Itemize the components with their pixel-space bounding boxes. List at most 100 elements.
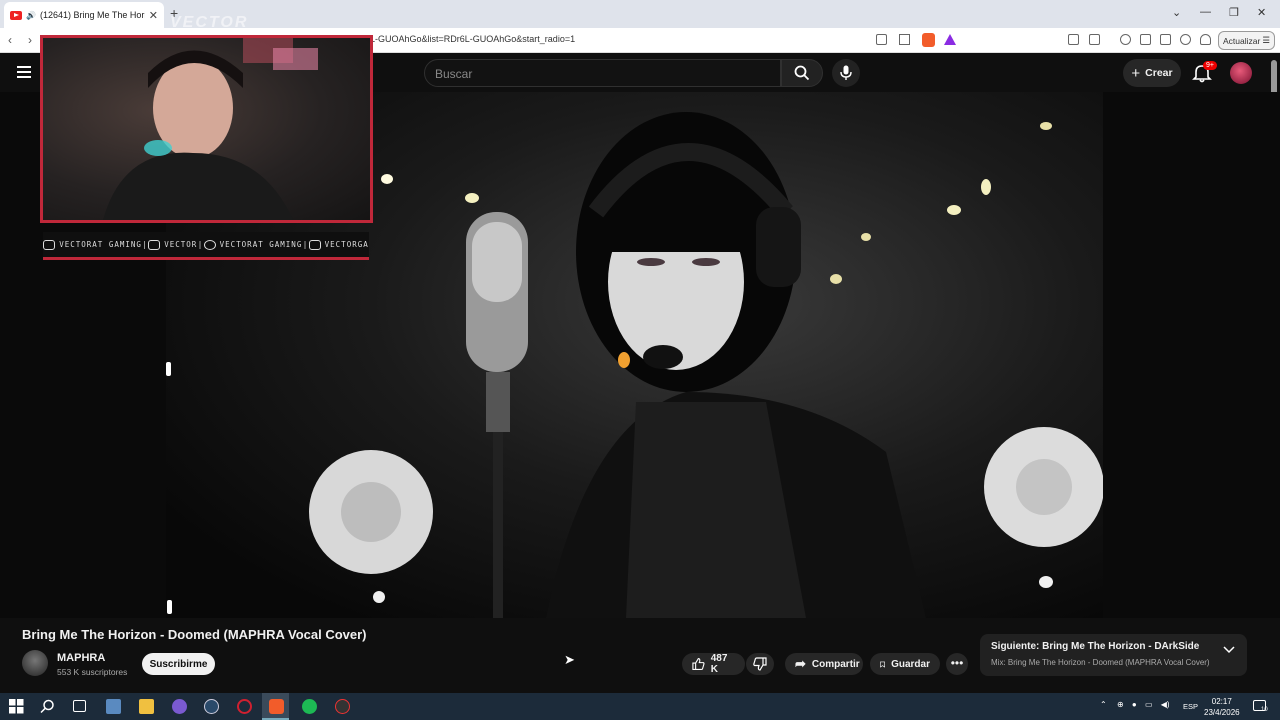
channel-avatar[interactable] xyxy=(22,650,48,676)
account-avatar[interactable] xyxy=(1230,62,1252,84)
up-next-panel[interactable]: Siguiente: Bring Me The Horizon - DArkSi… xyxy=(980,634,1247,676)
social-twitter: VECTORAT GAMING xyxy=(203,239,303,250)
file-explorer-icon[interactable] xyxy=(139,699,154,714)
language-indicator[interactable]: ESP xyxy=(1183,702,1198,711)
maximize-button[interactable]: ❐ xyxy=(1229,6,1239,19)
light-speck xyxy=(167,600,172,614)
youtube-favicon-icon xyxy=(10,10,22,20)
opera-icon[interactable] xyxy=(237,699,252,714)
brave-rewards-icon[interactable] xyxy=(944,34,956,45)
share-button[interactable]: ➦ Compartir xyxy=(785,653,863,675)
light-speck xyxy=(166,362,171,376)
more-icon: ••• xyxy=(950,656,964,670)
clock-date: 23/4/2026 xyxy=(1204,708,1240,717)
up-next-subtitle: Mix: Bring Me The Horizon - Doomed (MAPH… xyxy=(991,658,1210,667)
brave-shield-icon[interactable] xyxy=(922,33,935,47)
create-button[interactable]: + Crear xyxy=(1123,59,1181,87)
windows-start-icon[interactable] xyxy=(9,699,24,714)
system-clock[interactable]: 02:17 23/4/2026 xyxy=(1204,696,1240,718)
steam-icon[interactable] xyxy=(204,699,219,714)
extensions-icon[interactable] xyxy=(1068,34,1079,45)
social-label: VECTOR xyxy=(164,240,198,249)
tab-search-icon[interactable]: ⌄ xyxy=(1172,6,1181,19)
dislike-button[interactable] xyxy=(746,653,774,675)
save-button[interactable]: Guardar xyxy=(870,653,940,675)
thumbs-down-icon xyxy=(753,657,767,671)
like-button[interactable]: 487 K xyxy=(682,653,745,675)
windows-taskbar: ⌃ ⊕ ● ▭ ◀) ESP 02:17 23/4/2026 10 xyxy=(0,693,1280,720)
social-links-banner: VECTORAT GAMING | VECTOR | VECTORAT GAMI… xyxy=(43,232,369,260)
youtube-icon xyxy=(43,239,56,250)
vpn-icon[interactable] xyxy=(1200,34,1211,45)
channel-name[interactable]: MAPHRA xyxy=(57,652,105,664)
twitter-icon xyxy=(203,239,216,250)
reading-list-icon[interactable] xyxy=(1140,34,1151,45)
bookmark-icon xyxy=(880,661,885,668)
divider: | xyxy=(197,240,204,249)
menu-icon: ☰ xyxy=(1262,35,1270,45)
search-button[interactable] xyxy=(781,59,823,87)
like-count: 487 K xyxy=(710,653,728,675)
up-next-title: Siguiente: Bring Me The Horizon - DArkSi… xyxy=(991,641,1200,652)
ai-assistant-icon[interactable] xyxy=(1180,34,1191,45)
save-label: Guardar xyxy=(891,658,930,670)
notification-count: 10 xyxy=(1261,707,1268,713)
twitch-icon xyxy=(148,239,161,250)
network-icon[interactable]: ⊕ xyxy=(1117,700,1124,709)
cast-icon[interactable] xyxy=(876,34,887,45)
system-tray: ⌃ ⊕ ● ▭ ◀) xyxy=(1100,700,1170,709)
voice-search-button[interactable] xyxy=(832,59,860,87)
guide-menu-icon[interactable] xyxy=(17,66,31,78)
chevron-up-icon[interactable]: ⌃ xyxy=(1100,700,1107,709)
forward-icon[interactable]: › xyxy=(28,33,32,47)
back-icon[interactable]: ‹ xyxy=(8,33,12,47)
social-instagram: VECTORGA xyxy=(308,239,369,250)
update-button[interactable]: Actualizar ☰ xyxy=(1218,31,1275,50)
battery-icon[interactable]: ▭ xyxy=(1145,700,1153,709)
minimize-button[interactable]: — xyxy=(1200,6,1211,18)
speaker-icon: 🔊 xyxy=(26,10,36,20)
tab-title: (12641) Bring Me The Horizon xyxy=(39,10,145,20)
share-page-icon[interactable] xyxy=(899,34,910,45)
share-label: Compartir xyxy=(811,658,860,670)
divider: | xyxy=(142,240,148,249)
social-twitch: VECTOR xyxy=(148,239,198,250)
share-icon: ➦ xyxy=(795,656,806,671)
brave-browser-icon[interactable] xyxy=(269,699,284,714)
sidebar-icon[interactable] xyxy=(1089,34,1100,45)
app-icon[interactable] xyxy=(106,699,121,714)
video-title: Bring Me The Horizon - Doomed (MAPHRA Vo… xyxy=(22,627,367,642)
search-icon xyxy=(794,65,810,81)
social-label: VECTORGA xyxy=(324,240,369,249)
subscriber-count: 553 K suscriptores xyxy=(57,667,128,677)
spotify-icon[interactable] xyxy=(302,699,317,714)
social-youtube: VECTORAT GAMING xyxy=(43,239,142,250)
more-actions-button[interactable]: ••• xyxy=(946,653,968,675)
obs-icon[interactable] xyxy=(335,699,350,714)
divider: | xyxy=(302,240,309,249)
browser-tab[interactable]: 🔊 (12641) Bring Me The Horizon ✕ xyxy=(4,2,164,28)
create-label: Crear xyxy=(1145,67,1173,79)
music-icon[interactable] xyxy=(1120,34,1131,45)
search-input[interactable]: Buscar xyxy=(424,59,781,87)
subscribe-button[interactable]: Suscribirme xyxy=(142,653,215,675)
thumbs-up-icon xyxy=(692,657,705,671)
close-window-button[interactable]: ✕ xyxy=(1257,6,1266,19)
chevron-down-icon[interactable] xyxy=(1223,646,1235,654)
mic-tray-icon[interactable]: ● xyxy=(1132,700,1137,709)
close-tab-icon[interactable]: ✕ xyxy=(149,9,158,22)
search-taskbar-icon[interactable] xyxy=(40,699,55,714)
plus-icon: + xyxy=(1131,64,1141,82)
url-field[interactable]: L-GUOAhGo&list=RDr6L-GUOAhGo&start_radio… xyxy=(370,34,575,44)
discord-icon[interactable] xyxy=(172,699,187,714)
volume-icon[interactable]: ◀) xyxy=(1161,700,1170,709)
microphone-icon xyxy=(840,65,852,80)
notification-badge: 9+ xyxy=(1203,61,1217,70)
clock-time: 02:17 xyxy=(1211,697,1232,706)
instagram-icon xyxy=(308,239,321,250)
social-label: VECTORAT GAMING xyxy=(59,240,142,249)
wallet-icon[interactable] xyxy=(1160,34,1171,45)
task-view-icon[interactable] xyxy=(73,700,86,712)
webcam-scene xyxy=(103,38,318,220)
social-label: VECTORAT GAMING xyxy=(219,240,303,249)
